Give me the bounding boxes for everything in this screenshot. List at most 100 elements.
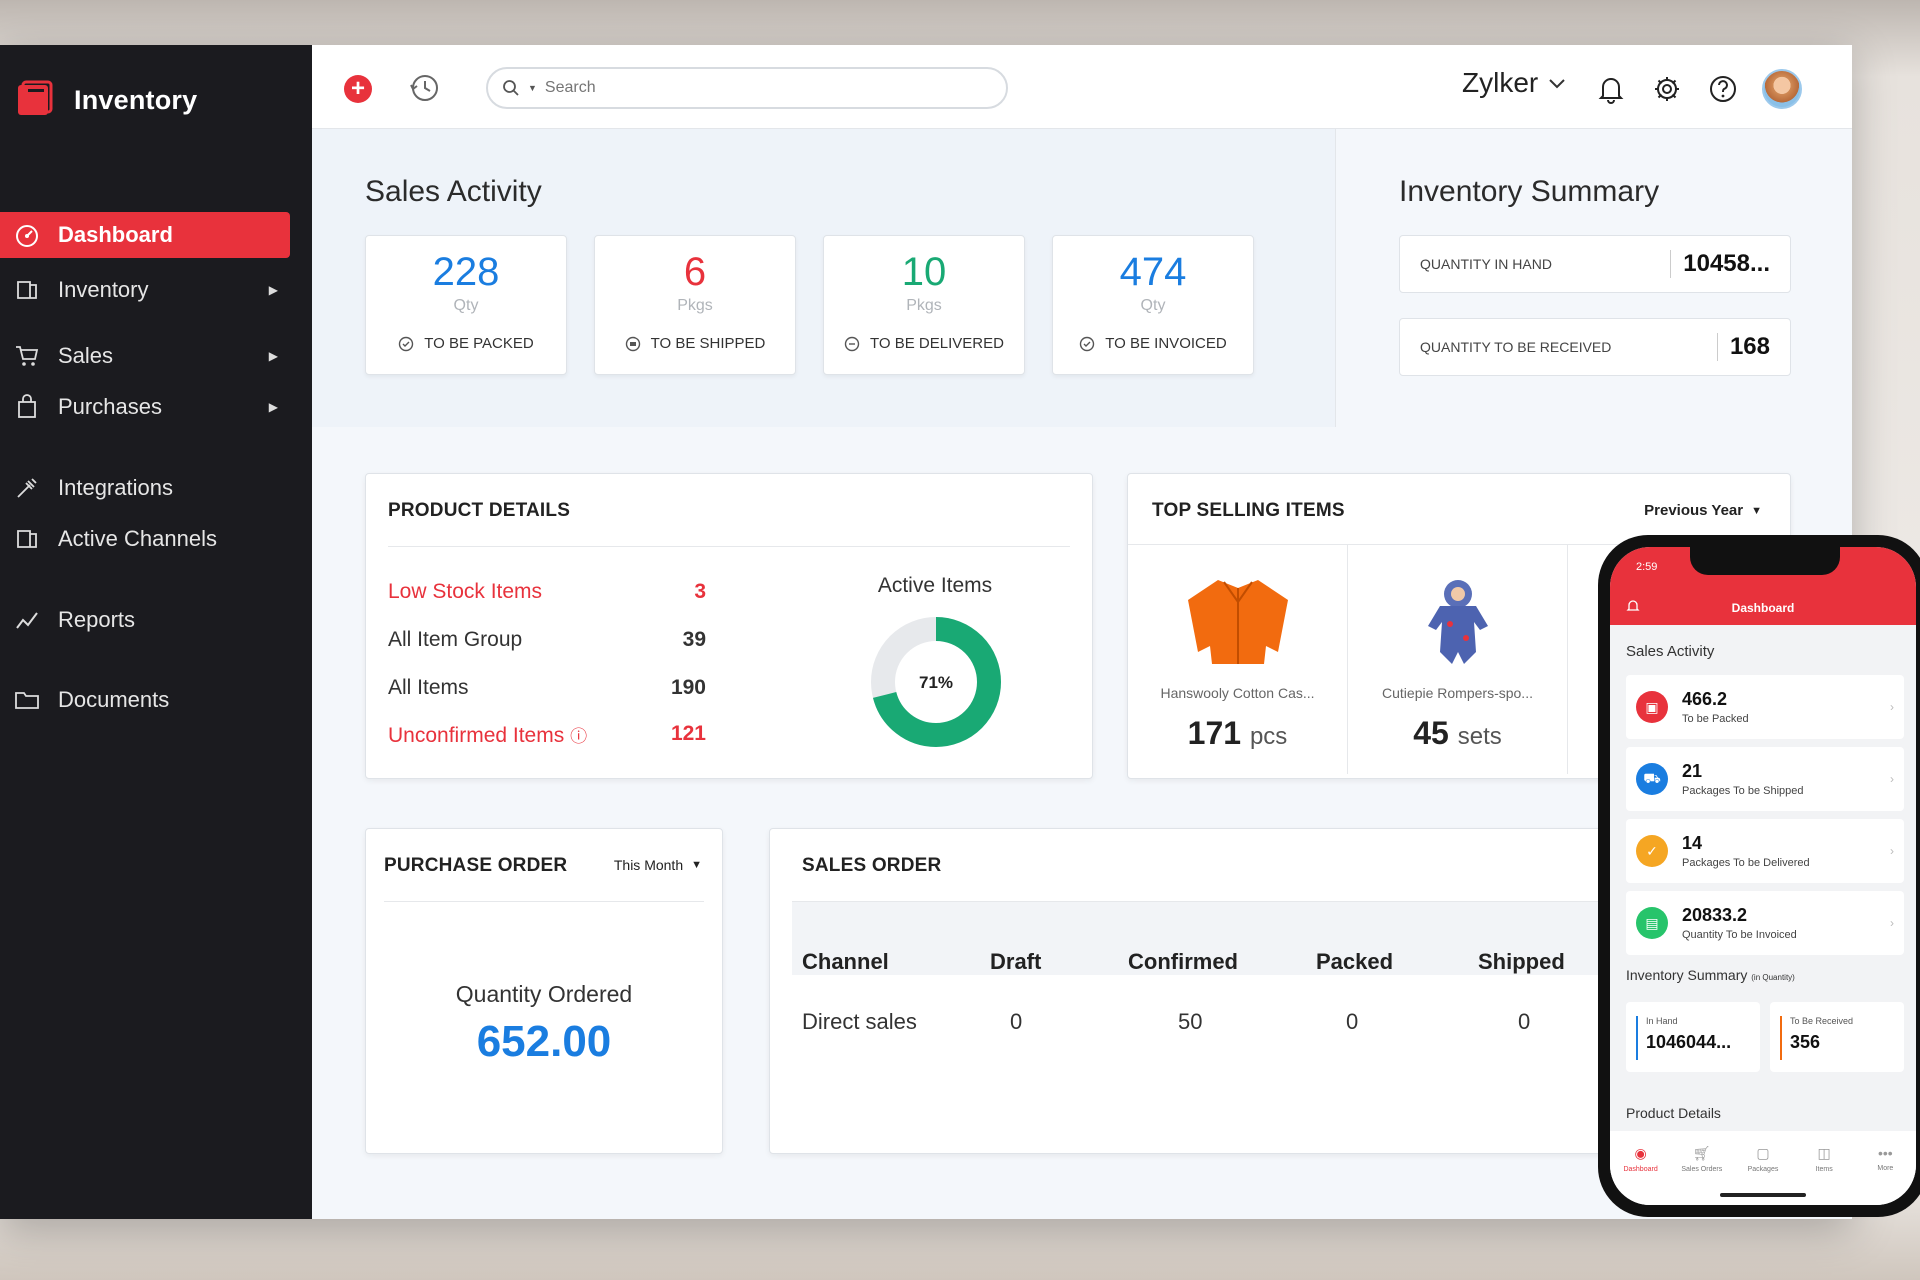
sidebar-item-active-channels[interactable]: Active Channels	[0, 516, 290, 562]
info-icon: ⓘ	[570, 727, 588, 746]
phone-inventory-summary-note: (in Quantity)	[1751, 973, 1795, 982]
all-items-row[interactable]: All Items 190	[388, 676, 706, 700]
phone-card-to-be-packed[interactable]: ▣ 466.2 To be Packed ›	[1626, 675, 1904, 739]
sidebar-item-label: Inventory	[58, 277, 149, 302]
row-value: 3	[694, 580, 706, 603]
column-header-packed[interactable]: Packed	[1316, 949, 1393, 975]
column-header-draft[interactable]: Draft	[990, 949, 1041, 975]
row-label: Unconfirmed Items	[388, 724, 565, 747]
stat-label: TO BE SHIPPED	[650, 335, 766, 352]
sidebar-item-label: Active Channels	[58, 526, 217, 551]
stat-card-to-be-invoiced[interactable]: 474 Qty TO BE INVOICED	[1052, 235, 1254, 375]
row-label: QUANTITY IN HAND	[1420, 256, 1552, 272]
phone-in-hand-label: In Hand	[1646, 1016, 1678, 1026]
row-value: 190	[670, 676, 706, 699]
quick-create-button[interactable]: +	[344, 75, 372, 103]
phone-nav-dashboard[interactable]: ◉ Dashboard	[1613, 1145, 1669, 1205]
phone-card-label: To be Packed	[1682, 713, 1749, 725]
phone-title: Dashboard	[1731, 601, 1795, 615]
caret-down-icon[interactable]: ▼	[528, 83, 537, 93]
donut-label: 71%	[919, 673, 953, 692]
active-items-donut: 71%	[871, 617, 1001, 747]
stat-card-to-be-packed[interactable]: 228 Qty TO BE PACKED	[365, 235, 567, 375]
quantity-to-be-received-row: QUANTITY TO BE RECEIVED 168	[1399, 318, 1791, 376]
topbar-icons	[1594, 69, 1802, 109]
sidebar-item-reports[interactable]: Reports	[0, 597, 290, 643]
search-box[interactable]: ▼	[486, 67, 1008, 109]
column-header-channel[interactable]: Channel	[802, 949, 889, 975]
dashboard-icon: ◉	[1634, 1145, 1647, 1161]
card-title: PURCHASE ORDER	[384, 855, 568, 876]
bell-icon[interactable]	[1594, 72, 1628, 106]
org-name: Zylker	[1462, 67, 1539, 98]
search-input[interactable]	[544, 79, 985, 97]
sidebar-item-purchases[interactable]: Purchases ▶	[0, 384, 290, 430]
card-title: TOP SELLING ITEMS	[1152, 500, 1345, 521]
topbar: + ▼ Zylker	[312, 45, 1852, 129]
phone-card-label: Packages To be Shipped	[1682, 785, 1804, 797]
column-header-shipped[interactable]: Shipped	[1478, 949, 1565, 975]
plug-icon	[12, 473, 42, 503]
stat-card-to-be-delivered[interactable]: 10 Pkgs TO BE DELIVERED	[823, 235, 1025, 375]
phone-header: 2:59 Dashboard	[1610, 547, 1916, 625]
check-circle-icon	[1080, 336, 1095, 351]
phone-card-to-be-delivered[interactable]: ✓ 14 Packages To be Delivered ›	[1626, 819, 1904, 883]
gear-icon[interactable]	[1650, 72, 1684, 106]
item-unit: sets	[1457, 723, 1502, 750]
phone-card-to-be-shipped[interactable]: ⛟ 21 Packages To be Shipped ›	[1626, 747, 1904, 811]
org-switcher[interactable]: Zylker	[1462, 67, 1566, 99]
column-header-confirmed[interactable]: Confirmed	[1128, 949, 1238, 975]
plus-icon: +	[350, 75, 365, 102]
inventory-icon	[12, 275, 42, 305]
sidebar-item-dashboard[interactable]: Dashboard	[0, 212, 290, 258]
period-label: Previous Year	[1644, 502, 1744, 519]
app-window: Inventory Dashboard Inventory ▶ Sales ▶ …	[0, 45, 1852, 1219]
items-icon: ◫	[1817, 1145, 1831, 1161]
help-icon[interactable]	[1706, 72, 1740, 106]
phone-in-hand-value: 1046044...	[1646, 1032, 1732, 1052]
sidebar-item-inventory[interactable]: Inventory ▶	[0, 267, 290, 313]
row-value: 39	[682, 628, 706, 651]
phone-card-value: 20833.2	[1682, 905, 1748, 925]
stat-value: 474	[1119, 250, 1187, 294]
stat-card-to-be-shipped[interactable]: 6 Pkgs TO BE SHIPPED	[594, 235, 796, 375]
package-icon: ▢	[1756, 1145, 1770, 1161]
caret-down-icon: ▼	[691, 859, 702, 871]
phone-sales-activity-title: Sales Activity	[1626, 643, 1715, 660]
truck-icon: ⛟	[1636, 763, 1668, 795]
row-label: QUANTITY TO BE RECEIVED	[1420, 339, 1612, 355]
period-dropdown[interactable]: Previous Year ▼	[1644, 502, 1762, 519]
avatar[interactable]	[1762, 69, 1802, 109]
sidebar-item-label: Dashboard	[58, 222, 173, 247]
row-label: All Items	[388, 676, 469, 699]
sidebar-item-label: Sales	[58, 343, 114, 368]
cell-packed: 0	[1346, 1009, 1359, 1034]
unconfirmed-items-row[interactable]: Unconfirmed Items ⓘ 121	[388, 722, 706, 748]
sidebar-item-integrations[interactable]: Integrations	[0, 465, 290, 511]
row-value: 10458...	[1670, 250, 1770, 278]
cell-confirmed: 50	[1178, 1009, 1203, 1034]
phone-product-details-title: Product Details	[1626, 1105, 1721, 1121]
card-title: SALES ORDER	[802, 855, 942, 876]
sidebar-item-documents[interactable]: Documents	[0, 677, 290, 723]
caret-down-icon: ▼	[1751, 504, 1762, 517]
phone-nav-more[interactable]: ••• More	[1857, 1145, 1913, 1205]
cell-shipped: 0	[1518, 1009, 1531, 1034]
sidebar-item-label: Documents	[58, 687, 170, 712]
phone-card-value: 21	[1682, 761, 1703, 781]
all-item-group-row[interactable]: All Item Group 39	[388, 628, 706, 652]
history-icon[interactable]	[408, 71, 442, 105]
phone-card-to-be-invoiced[interactable]: ▤ 20833.2 Quantity To be Invoiced ›	[1626, 891, 1904, 955]
phone-time: 2:59	[1636, 561, 1658, 573]
romper-image	[1427, 580, 1488, 664]
phone-to-be-received: To Be Received 356	[1770, 1002, 1904, 1072]
low-stock-items-row[interactable]: Low Stock Items 3	[388, 580, 706, 604]
phone-card-value: 14	[1682, 833, 1703, 853]
more-icon: •••	[1877, 1145, 1893, 1161]
period-dropdown[interactable]: This Month ▼	[614, 857, 702, 873]
top-item-1[interactable]: Hanswooly Cotton Cas... 171 pcs	[1128, 544, 1348, 774]
bag-icon	[12, 392, 42, 422]
top-item-2[interactable]: Cutiepie Rompers-spo... 45 sets	[1348, 544, 1568, 774]
sidebar-item-sales[interactable]: Sales ▶	[0, 333, 290, 379]
purchase-order-card: PURCHASE ORDER This Month ▼ Quantity Orde…	[365, 828, 723, 1154]
